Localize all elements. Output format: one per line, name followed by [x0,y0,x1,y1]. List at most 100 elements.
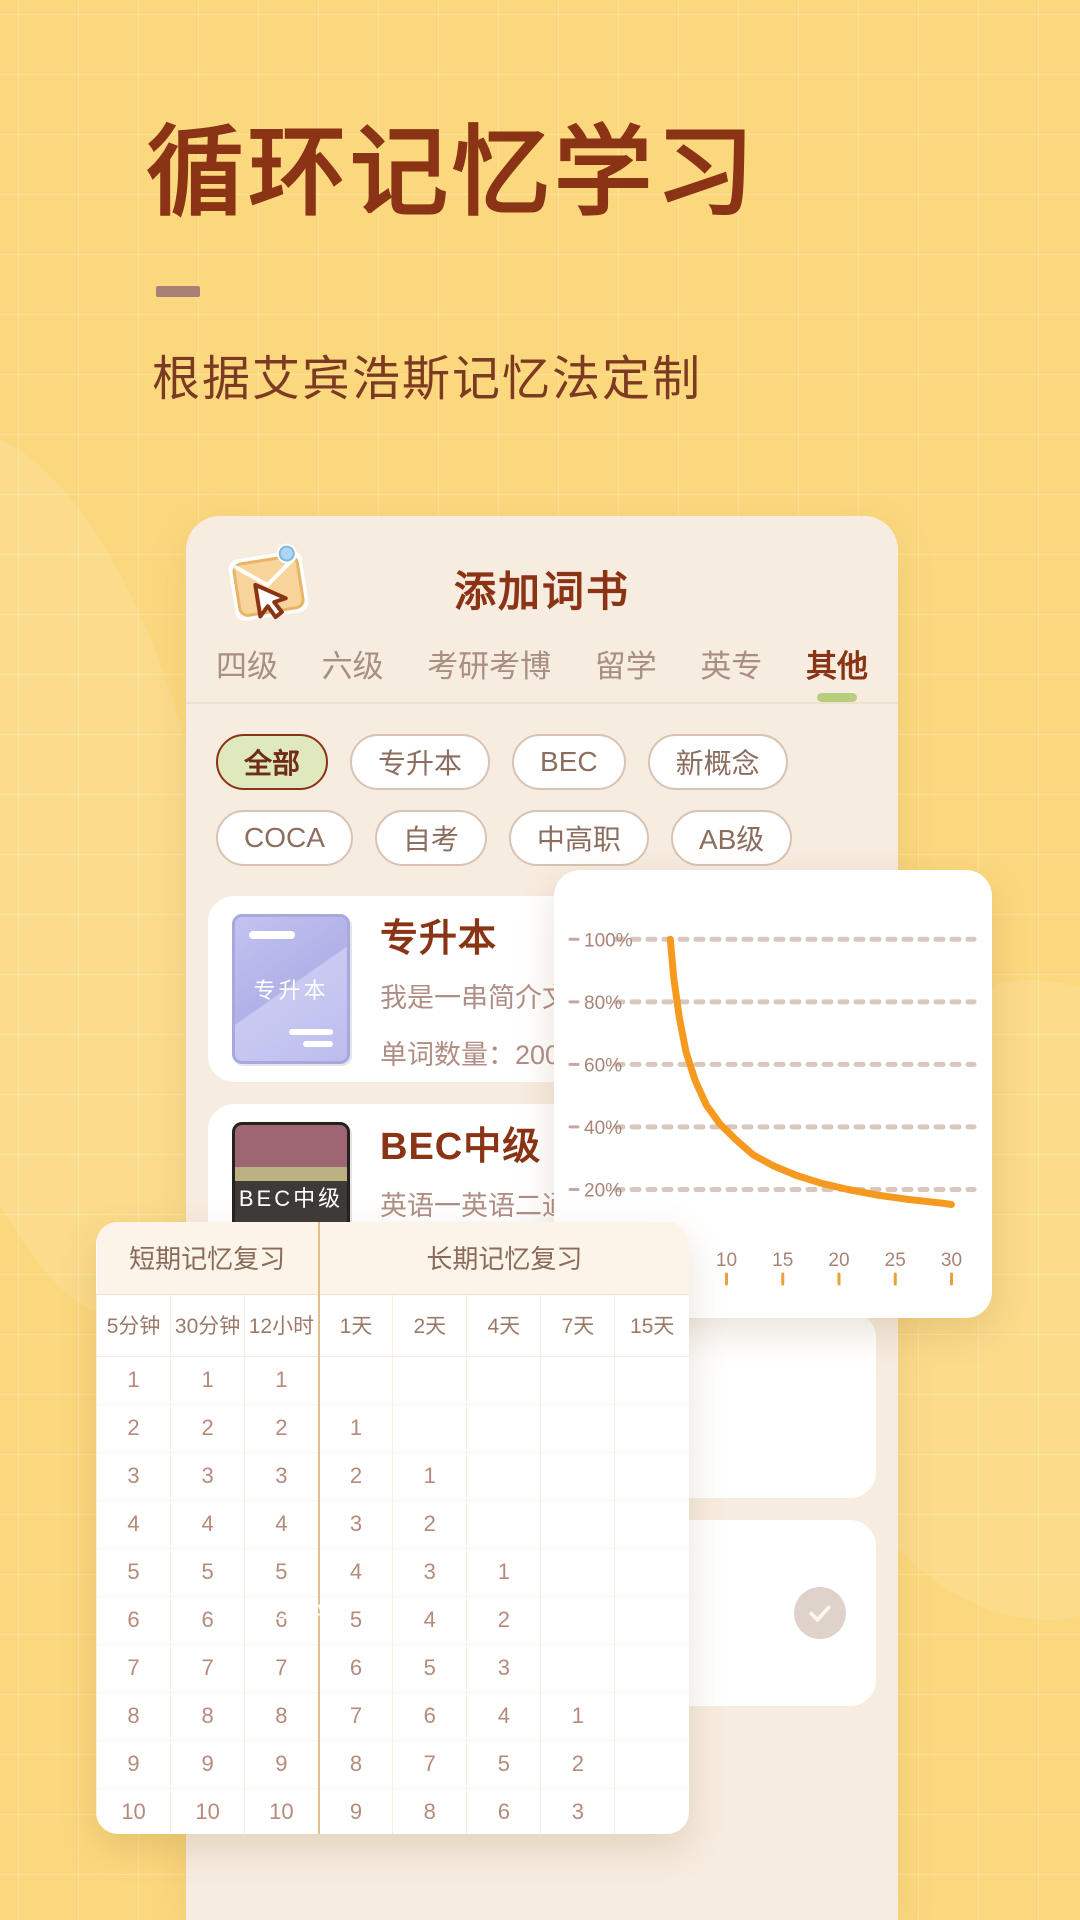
table-cell: 2 [540,1740,615,1789]
table-cell: 3 [540,1788,615,1834]
panel-header: 添加词书 [186,516,898,626]
table-cell: 7 [317,1692,393,1741]
table-cell: 7 [170,1644,245,1693]
table-row: 9998752 [96,1740,689,1789]
review-schedule-card: 短期记忆复习 长期记忆复习 5分钟 30分钟 12小时 1天 2天 4天 7天 15天 1112… [96,1222,689,1834]
table-cell: 3 [244,1452,319,1501]
filter-chips: 全部 专升本 BEC 新概念 COCA 自考 中高职 AB级 [186,704,898,892]
x-tick-label: 15 [772,1250,793,1271]
book-cover: 专升本 [232,914,350,1064]
table-cell: 10 [244,1788,319,1834]
table-column-header: 5分钟 [96,1294,171,1357]
table-cell: 5 [466,1740,541,1789]
table-cell: 2 [317,1452,393,1501]
table-cell: 4 [170,1500,245,1549]
table-cell [614,1740,689,1789]
table-cell [466,1500,541,1549]
filter-chip-0[interactable]: 全部 [216,734,329,790]
table-cell [614,1692,689,1741]
table-cell: 8 [96,1692,171,1741]
table-cell: 8 [317,1740,393,1789]
table-row: 8887641 [96,1692,689,1741]
panel-title: 添加词书 [453,568,630,615]
tab-0[interactable]: 四级 [216,641,278,702]
review-schedule-table: 短期记忆复习 长期记忆复习 5分钟 30分钟 12小时 1天 2天 4天 7天 15天 1112… [96,1222,689,1834]
filter-chip-5[interactable]: 自考 [374,810,487,866]
filter-chip-2[interactable]: BEC [512,734,626,790]
table-cell [614,1788,689,1834]
table-cell: 4 [317,1548,393,1597]
table-row: 33321 [96,1452,689,1501]
tab-2[interactable]: 考研考博 [427,641,551,702]
table-cell [540,1404,615,1453]
filter-chip-3[interactable]: 新概念 [647,734,788,790]
filter-chip-4[interactable]: COCA [216,810,353,866]
table-cell: 9 [244,1740,319,1789]
table-column-header: 30分钟 [170,1294,245,1357]
x-tick-label: 25 [885,1250,906,1271]
table-row: 666542 [96,1596,689,1645]
table-cell: 3 [96,1452,171,1501]
tab-4[interactable]: 英专 [700,641,762,702]
page-subtitle: 根据艾宾浩斯记忆法定制 [152,352,703,406]
hero-divider [156,285,200,297]
book-cover-label: COCA [253,1600,329,1625]
y-tick-label: 20% [584,1180,622,1201]
y-tick-label: 40% [584,1118,622,1139]
hero-section: 循环记忆学习 根据艾宾浩斯记忆法定制 [146,119,758,409]
x-tick-label: 30 [941,1250,962,1271]
table-cell: 8 [392,1788,467,1834]
table-cell: 9 [317,1788,393,1834]
table-cell: 2 [392,1500,467,1549]
table-cell: 1 [540,1692,615,1741]
table-cell [614,1356,689,1405]
table-cell: 5 [244,1548,319,1597]
table-cell: 4 [96,1500,171,1549]
table-cell: 1 [466,1548,541,1597]
table-row: 111 [96,1356,689,1405]
table-cell: 4 [392,1596,467,1645]
table-cell: 8 [244,1692,319,1741]
table-cell: 9 [170,1740,245,1789]
table-cell: 6 [392,1692,467,1741]
table-column-header-row: 5分钟 30分钟 12小时 1天 2天 4天 7天 15天 [96,1294,689,1357]
table-cell [614,1596,689,1645]
tab-3[interactable]: 留学 [595,641,657,702]
check-icon[interactable] [794,1587,846,1639]
x-tick-label: 20 [828,1250,849,1271]
y-tick-label: 80% [584,993,622,1014]
table-cell [540,1644,615,1693]
table-cell: 1 [317,1404,393,1453]
table-cell [540,1548,615,1597]
table-row: 44432 [96,1500,689,1549]
table-column-header: 4天 [466,1294,541,1357]
tab-5[interactable]: 其他 [806,641,868,702]
y-tick-label: 60% [584,1055,622,1076]
table-cell: 7 [96,1644,171,1693]
table-cell: 1 [96,1356,171,1405]
filter-chip-1[interactable]: 专升本 [350,734,491,790]
table-cell: 2 [96,1404,171,1453]
tab-1[interactable]: 六级 [322,641,384,702]
table-cell: 3 [170,1452,245,1501]
table-cell: 6 [317,1644,393,1693]
table-cell: 2 [466,1596,541,1645]
table-cell: 3 [392,1548,467,1597]
curve-series [666,935,955,1208]
table-row: 777653 [96,1644,689,1693]
filter-chip-6[interactable]: 中高职 [508,810,649,866]
table-cell: 8 [170,1692,245,1741]
table-cell: 5 [96,1548,171,1597]
table-cell [540,1452,615,1501]
table-cell: 4 [244,1500,319,1549]
table-cell [614,1404,689,1453]
table-cell: 5 [170,1548,245,1597]
table-column-header: 15天 [614,1294,689,1357]
table-cell [540,1500,615,1549]
filter-chip-7[interactable]: AB级 [670,810,793,866]
table-cell: 4 [466,1692,541,1741]
table-cell: 7 [244,1644,319,1693]
table-cell: 1 [392,1452,467,1501]
table-column-header: 1天 [317,1294,393,1357]
table-cell [614,1452,689,1501]
